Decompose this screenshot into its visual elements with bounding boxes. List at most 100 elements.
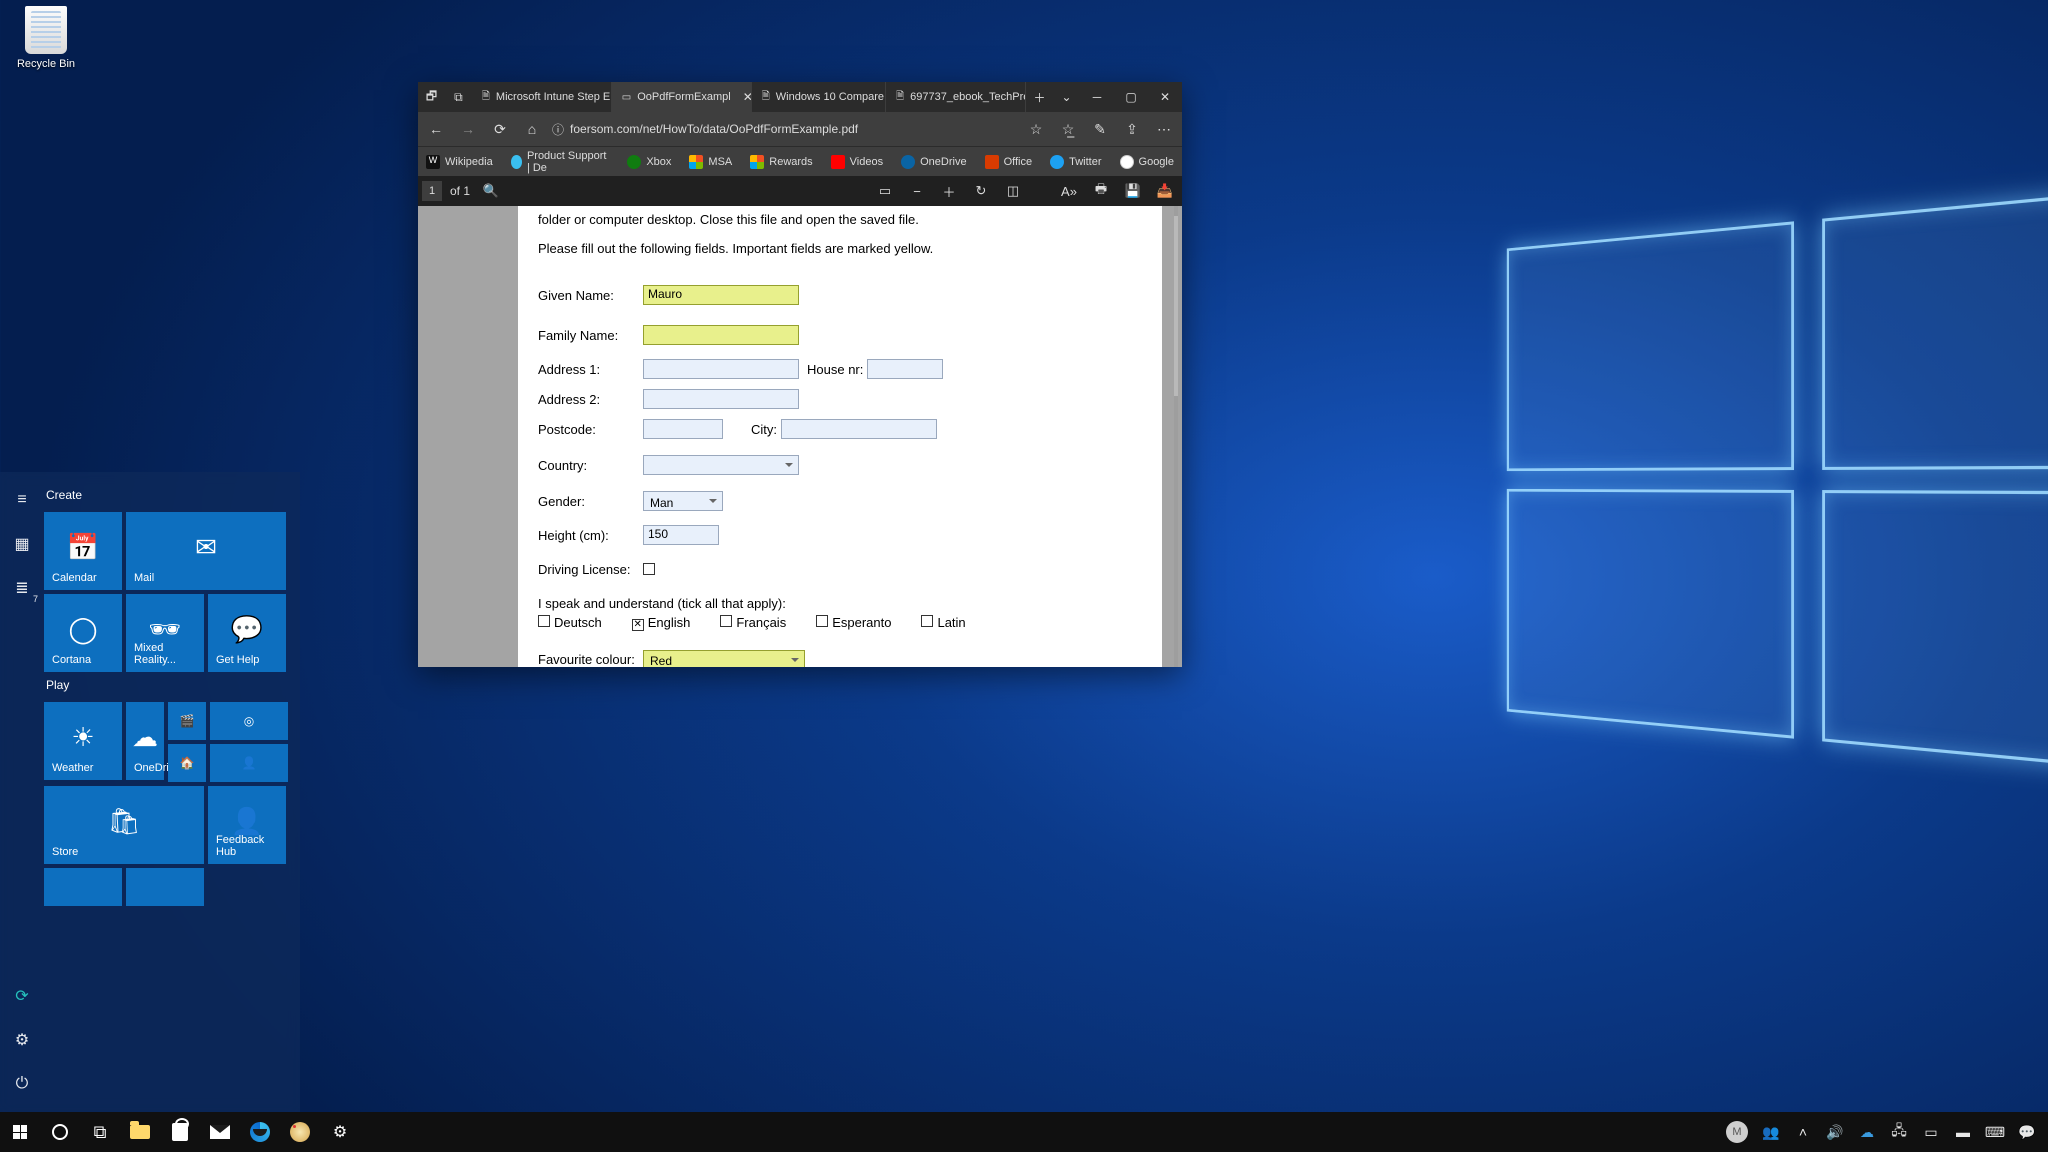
pdf-read-aloud-button[interactable]: A»	[1056, 178, 1082, 204]
pdf-layout-button[interactable]: ◫	[1000, 178, 1026, 204]
bookmark-rewards[interactable]: Rewards	[746, 155, 816, 169]
bookmark-videos[interactable]: Videos	[827, 155, 887, 169]
lang-english[interactable]: ✕English	[632, 615, 691, 631]
lang-esperanto[interactable]: Esperanto	[816, 615, 891, 631]
tile-extra-1[interactable]	[44, 868, 122, 906]
pdf-rotate-button[interactable]: ↻	[968, 178, 994, 204]
tile-store[interactable]: 🛍Store	[44, 786, 204, 864]
tab-intune[interactable]: 🗎Microsoft Intune Step E	[472, 82, 612, 112]
tab-actions-icon[interactable]: 🗗	[418, 82, 445, 112]
pdf-fit-button[interactable]: ▭	[872, 178, 898, 204]
lang-latin[interactable]: Latin	[921, 615, 965, 631]
bookmark-xbox[interactable]: Xbox	[623, 155, 675, 169]
checkbox-english[interactable]: ✕	[632, 619, 644, 631]
taskbar-settings[interactable]: ⚙	[320, 1112, 360, 1152]
input-address2[interactable]	[643, 389, 799, 409]
start-group-play[interactable]: Play	[46, 678, 294, 692]
start-button[interactable]	[0, 1112, 40, 1152]
input-address1[interactable]	[643, 359, 799, 379]
new-tab-button[interactable]: ＋	[1026, 82, 1053, 112]
tile-stopwatch[interactable]: ◎	[210, 702, 288, 740]
nav-forward-button[interactable]: →	[456, 117, 480, 141]
select-country[interactable]	[643, 455, 799, 475]
bookmark-google[interactable]: Google	[1116, 155, 1178, 169]
input-height[interactable]: 150	[643, 525, 719, 545]
checkbox-latin[interactable]	[921, 615, 933, 627]
bookmark-office[interactable]: Office	[981, 155, 1037, 169]
tile-weather[interactable]: ☀Weather	[44, 702, 122, 780]
start-rail-tiles-icon[interactable]: ▦	[0, 522, 44, 566]
tile-extra-2[interactable]	[126, 868, 204, 906]
tray-action-center-icon[interactable]: 💬	[2018, 1123, 2036, 1141]
checkbox-driving-license[interactable]	[643, 563, 655, 575]
tray-onedrive-icon[interactable]: ☁	[1858, 1123, 1876, 1141]
start-rail-share-icon[interactable]: ⟳	[0, 974, 44, 1018]
checkbox-esperanto[interactable]	[816, 615, 828, 627]
start-rail-list-icon[interactable]: ≣7	[0, 566, 44, 610]
tray-battery-icon[interactable]: ▬	[1954, 1123, 1972, 1141]
tile-cortana[interactable]: ◯Cortana	[44, 594, 122, 672]
tray-people-icon[interactable]: 👥	[1762, 1123, 1780, 1141]
tab-preview-icon[interactable]: ⧉	[445, 82, 472, 112]
taskbar-taskview-button[interactable]: ⧉	[80, 1112, 120, 1152]
favorite-star-button[interactable]: ☆	[1024, 117, 1048, 141]
tile-onedrive[interactable]: ☁OneDrive	[126, 702, 164, 780]
favorites-list-button[interactable]: ☆̲	[1056, 117, 1080, 141]
pdf-page-current[interactable]: 1	[422, 181, 442, 201]
bookmark-twitter[interactable]: Twitter	[1046, 155, 1105, 169]
window-maximize-button[interactable]: ▢	[1114, 82, 1148, 112]
bookmark-onedrive[interactable]: OneDrive	[897, 155, 970, 169]
lang-francais[interactable]: Français	[720, 615, 786, 631]
nav-home-button[interactable]: ⌂	[520, 117, 544, 141]
tile-home[interactable]: 🏠	[168, 744, 206, 782]
input-family-name[interactable]	[643, 325, 799, 345]
input-city[interactable]	[781, 419, 937, 439]
tray-network-icon[interactable]: 🖧	[1890, 1123, 1908, 1141]
input-given-name[interactable]: Mauro	[643, 285, 799, 305]
tray-volume-icon[interactable]: 🔊	[1826, 1123, 1844, 1141]
tray-chevron-up-icon[interactable]: ˄	[1794, 1123, 1812, 1141]
bookmark-msa[interactable]: MSA	[685, 155, 736, 169]
taskbar-edge[interactable]	[240, 1112, 280, 1152]
taskbar-paint[interactable]	[280, 1112, 320, 1152]
select-gender[interactable]: Man	[643, 491, 723, 511]
start-rail-power-icon[interactable]: ⏻	[0, 1062, 44, 1106]
taskbar-store[interactable]	[160, 1112, 200, 1152]
tray-input-icon[interactable]: ▭	[1922, 1123, 1940, 1141]
start-rail-settings-icon[interactable]: ⚙	[0, 1018, 44, 1062]
pdf-viewport[interactable]: folder or computer desktop. Close this f…	[418, 206, 1182, 667]
share-button[interactable]: ⇪	[1120, 117, 1144, 141]
tab-ebook[interactable]: 🗎697737_ebook_TechPre	[886, 82, 1026, 112]
tile-movies[interactable]: 🎬	[168, 702, 206, 740]
checkbox-deutsch[interactable]	[538, 615, 550, 627]
input-postcode[interactable]	[643, 419, 723, 439]
tile-mail[interactable]: ✉Mail	[126, 512, 286, 590]
tile-mixed-reality[interactable]: 🕶Mixed Reality...	[126, 594, 204, 672]
tab-close-icon[interactable]: ✕	[743, 90, 752, 104]
tab-win10[interactable]: 🗎Windows 10 Compare	[752, 82, 886, 112]
pdf-zoom-in-button[interactable]: ＋	[936, 178, 962, 204]
notes-button[interactable]: ✎	[1088, 117, 1112, 141]
tray-user-avatar[interactable]: M	[1726, 1121, 1748, 1143]
tile-get-help[interactable]: 💬Get Help	[208, 594, 286, 672]
tile-feedback-hub[interactable]: 👤Feedback Hub	[208, 786, 286, 864]
bookmark-wikipedia[interactable]: WWikipedia	[422, 155, 497, 169]
tab-chevron-icon[interactable]: ⌄	[1053, 82, 1080, 112]
start-group-create[interactable]: Create	[46, 488, 294, 502]
desktop-recycle-bin[interactable]: Recycle Bin	[6, 6, 86, 70]
taskbar-cortana-button[interactable]	[40, 1112, 80, 1152]
taskbar-mail[interactable]	[200, 1112, 240, 1152]
nav-refresh-button[interactable]: ⟳	[488, 117, 512, 141]
lang-deutsch[interactable]: Deutsch	[538, 615, 602, 631]
pdf-search-button[interactable]: 🔍	[478, 178, 504, 204]
pdf-zoom-out-button[interactable]: −	[904, 178, 930, 204]
taskbar-explorer[interactable]	[120, 1112, 160, 1152]
more-button[interactable]: ⋯	[1152, 117, 1176, 141]
tile-camera[interactable]: 👤	[210, 744, 288, 782]
tab-oopdf[interactable]: ▭OoPdfFormExampl✕	[612, 82, 752, 112]
pdf-scrollbar[interactable]	[1174, 206, 1178, 667]
tile-calendar[interactable]: 📅Calendar	[44, 512, 122, 590]
bookmark-product-support[interactable]: Product Support | De	[507, 150, 614, 174]
pdf-saveas-button[interactable]: 📥	[1152, 178, 1178, 204]
nav-back-button[interactable]: ←	[424, 117, 448, 141]
